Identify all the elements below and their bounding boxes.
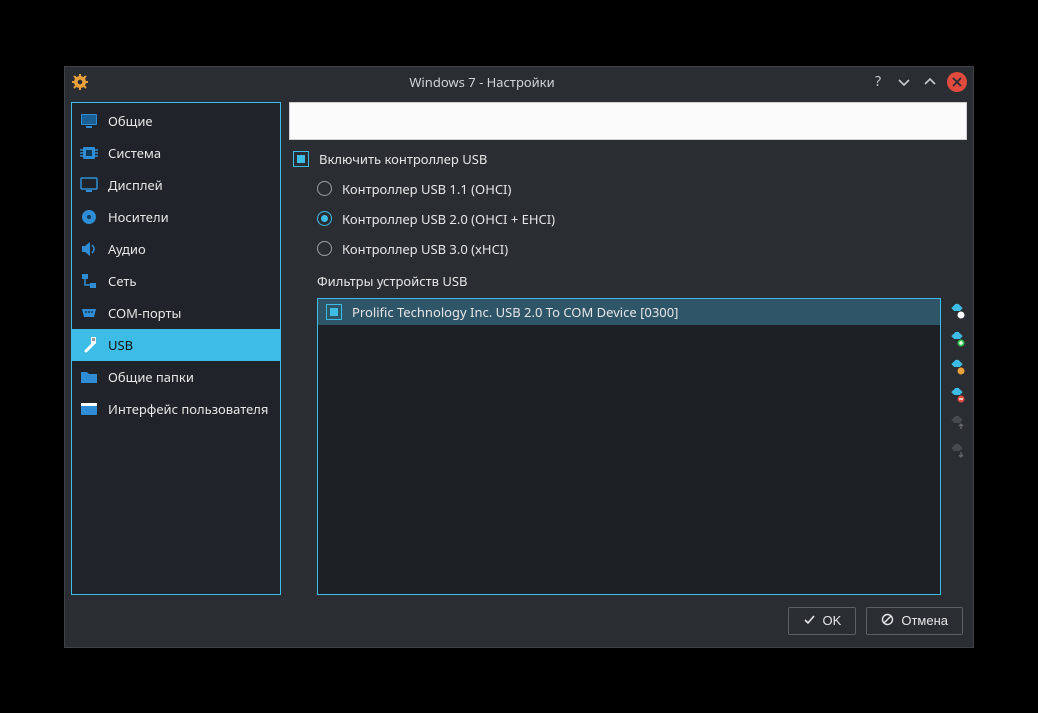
serial-port-icon	[80, 304, 98, 322]
sidebar-item-audio[interactable]: Аудио	[72, 233, 280, 265]
move-filter-down-button	[948, 442, 966, 460]
display-icon	[80, 176, 98, 194]
network-icon	[80, 272, 98, 290]
usb-filters-list[interactable]: Prolific Technology Inc. USB 2.0 To COM …	[317, 298, 941, 595]
radio-label: Контроллер USB 3.0 (xHCI)	[342, 240, 508, 258]
cancel-icon	[881, 613, 894, 629]
cancel-button[interactable]: Отмена	[866, 607, 963, 635]
search-banner[interactable]	[289, 102, 967, 140]
chip-icon	[80, 144, 98, 162]
filter-toolbar	[947, 298, 967, 595]
usb30-radio[interactable]: Контроллер USB 3.0 (xHCI)	[289, 238, 967, 260]
titlebar: Windows 7 - Настройки ?	[65, 67, 973, 97]
speaker-icon	[80, 240, 98, 258]
radio-icon	[317, 181, 332, 196]
sidebar-item-label: Аудио	[108, 240, 146, 258]
sidebar-item-label: Сеть	[108, 272, 136, 290]
radio-label: Контроллер USB 1.1 (OHCI)	[342, 180, 511, 198]
sidebar-item-label: Общие папки	[108, 368, 194, 386]
ui-icon	[80, 400, 98, 418]
main-panel: Включить контроллер USB Контроллер USB 1…	[289, 102, 967, 595]
sidebar: Общие Система Дисплей Носители	[71, 102, 281, 595]
ok-label: OK	[823, 613, 842, 628]
sidebar-item-label: USB	[108, 336, 133, 354]
sidebar-item-label: COM-порты	[108, 304, 181, 322]
sidebar-item-user-interface[interactable]: Интерфейс пользователя	[72, 393, 280, 425]
sidebar-item-label: Интерфейс пользователя	[108, 400, 268, 418]
filters-area: Prolific Technology Inc. USB 2.0 To COM …	[289, 298, 967, 595]
sidebar-item-label: Система	[108, 144, 161, 162]
sidebar-item-label: Носители	[108, 208, 169, 226]
edit-filter-button[interactable]	[948, 358, 966, 376]
add-empty-filter-button[interactable]	[948, 302, 966, 320]
maximize-button[interactable]	[921, 73, 939, 91]
radio-label: Контроллер USB 2.0 (OHCI + EHCI)	[342, 210, 555, 228]
close-button[interactable]	[947, 72, 967, 92]
cancel-label: Отмена	[901, 613, 948, 628]
help-button[interactable]: ?	[869, 73, 887, 91]
checkbox-icon	[326, 304, 342, 320]
add-device-filter-button[interactable]	[948, 330, 966, 348]
enable-usb-checkbox[interactable]: Включить контроллер USB	[289, 148, 967, 170]
sidebar-item-label: Общие	[108, 112, 153, 130]
move-filter-up-button	[948, 414, 966, 432]
enable-usb-label: Включить контроллер USB	[319, 150, 487, 168]
usb11-radio[interactable]: Контроллер USB 1.1 (OHCI)	[289, 178, 967, 200]
sidebar-item-system[interactable]: Система	[72, 137, 280, 169]
app-gear-icon	[71, 73, 89, 91]
dialog-footer: OK Отмена	[65, 601, 973, 647]
usb-filter-item[interactable]: Prolific Technology Inc. USB 2.0 To COM …	[318, 299, 940, 325]
radio-icon	[317, 211, 332, 226]
check-icon	[803, 613, 816, 629]
sidebar-item-display[interactable]: Дисплей	[72, 169, 280, 201]
sidebar-item-general[interactable]: Общие	[72, 105, 280, 137]
sidebar-item-label: Дисплей	[108, 176, 163, 194]
window-controls: ?	[869, 72, 967, 92]
sidebar-item-storage[interactable]: Носители	[72, 201, 280, 233]
usb20-radio[interactable]: Контроллер USB 2.0 (OHCI + EHCI)	[289, 208, 967, 230]
sidebar-item-network[interactable]: Сеть	[72, 265, 280, 297]
monitor-icon	[80, 112, 98, 130]
settings-window: Windows 7 - Настройки ? Общие	[64, 66, 974, 648]
disk-icon	[80, 208, 98, 226]
ok-button[interactable]: OK	[788, 607, 857, 635]
radio-icon	[317, 241, 332, 256]
usb-icon	[80, 336, 98, 354]
sidebar-item-com-ports[interactable]: COM-порты	[72, 297, 280, 329]
folder-icon	[80, 368, 98, 386]
sidebar-item-usb[interactable]: USB	[72, 329, 280, 361]
minimize-button[interactable]	[895, 73, 913, 91]
sidebar-item-shared-folders[interactable]: Общие папки	[72, 361, 280, 393]
checkbox-icon	[293, 151, 309, 167]
filter-label: Prolific Technology Inc. USB 2.0 To COM …	[352, 303, 678, 321]
filters-section-label: Фильтры устройств USB	[289, 272, 967, 290]
remove-filter-button[interactable]	[948, 386, 966, 404]
window-body: Общие Система Дисплей Носители	[65, 97, 973, 601]
window-title: Windows 7 - Настройки	[95, 73, 869, 91]
